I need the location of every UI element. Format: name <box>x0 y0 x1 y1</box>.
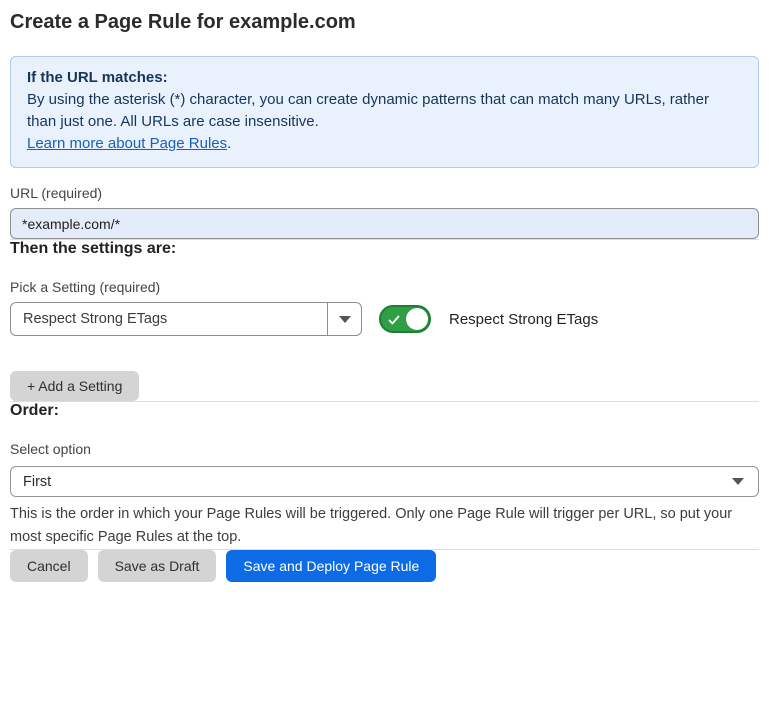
chevron-down-icon <box>339 316 351 323</box>
page-title: Create a Page Rule for example.com <box>10 10 759 34</box>
url-input[interactable] <box>10 208 759 239</box>
toggle-label: Respect Strong ETags <box>449 311 598 328</box>
info-box-link-row: Learn more about Page Rules. <box>27 133 742 155</box>
url-match-info-box: If the URL matches: By using the asteris… <box>10 56 759 168</box>
footer-actions: Cancel Save as Draft Save and Deploy Pag… <box>10 550 759 582</box>
cancel-button[interactable]: Cancel <box>10 550 88 582</box>
learn-more-link[interactable]: Learn more about Page Rules <box>27 135 227 152</box>
toggle-knob <box>406 308 428 330</box>
setting-row: Respect Strong ETags Respect Strong ETag… <box>10 302 759 336</box>
url-field-label: URL (required) <box>10 185 759 201</box>
save-draft-button[interactable]: Save as Draft <box>98 550 217 582</box>
setting-select-value: Respect Strong ETags <box>11 303 327 335</box>
check-icon <box>388 313 400 325</box>
order-section-heading: Order: <box>10 402 759 420</box>
setting-select[interactable]: Respect Strong ETags <box>10 302 362 336</box>
setting-picker-label: Pick a Setting (required) <box>10 279 759 295</box>
setting-select-arrow-box[interactable] <box>327 303 361 335</box>
info-box-heading: If the URL matches: <box>27 67 742 89</box>
chevron-down-icon <box>732 478 744 485</box>
order-select-label: Select option <box>10 441 759 457</box>
respect-strong-etags-toggle[interactable] <box>379 305 431 333</box>
info-box-body: By using the asterisk (*) character, you… <box>27 89 742 133</box>
order-select[interactable]: First <box>10 466 759 497</box>
settings-section-heading: Then the settings are: <box>10 240 759 258</box>
order-help-text: This is the order in which your Page Rul… <box>10 503 754 549</box>
order-select-value: First <box>23 474 732 490</box>
save-deploy-button[interactable]: Save and Deploy Page Rule <box>226 550 436 582</box>
add-setting-button[interactable]: + Add a Setting <box>10 371 139 401</box>
link-period: . <box>227 135 231 152</box>
